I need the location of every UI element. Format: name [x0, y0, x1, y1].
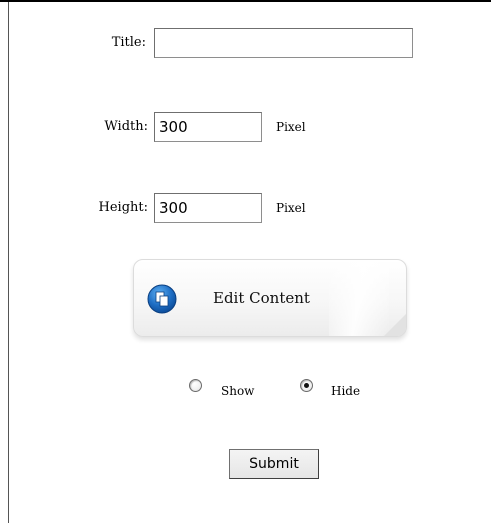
submit-button[interactable]: Submit [229, 449, 319, 479]
width-label: Width: [104, 119, 148, 134]
title-input[interactable] [154, 28, 413, 58]
hide-radio-selected-dot [304, 383, 309, 388]
show-radio[interactable] [189, 379, 202, 392]
button-gloss [329, 260, 389, 336]
frame-left-border [8, 2, 9, 523]
height-input[interactable] [154, 193, 262, 223]
show-radio-label: Show [221, 384, 255, 398]
hide-radio[interactable] [300, 379, 313, 392]
height-unit: Pixel [276, 201, 306, 215]
title-label: Title: [111, 35, 146, 50]
height-label: Height: [98, 200, 149, 215]
hide-radio-label: Hide [331, 384, 361, 398]
frame-top-border [0, 0, 491, 2]
width-unit: Pixel [276, 120, 306, 134]
edit-content-button[interactable]: Edit Content [133, 259, 407, 337]
edit-content-icon [147, 284, 177, 314]
edit-content-label: Edit Content [213, 289, 310, 307]
page-curl [384, 314, 406, 336]
width-input[interactable] [154, 112, 262, 142]
